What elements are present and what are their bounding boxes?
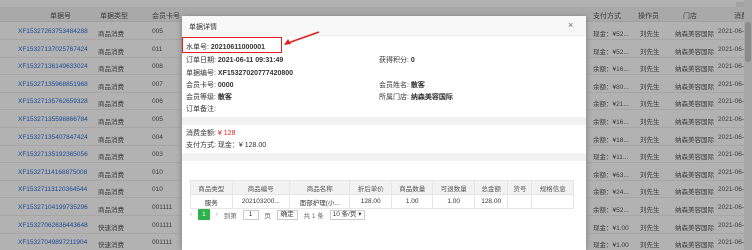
store-label: 所属门店: — [379, 94, 409, 101]
receipt-number: 水单号: 20210611000001 — [186, 42, 265, 52]
detail-header-cell: 折后单价 — [349, 180, 392, 195]
detail-header-cell: 商品名称 — [289, 180, 351, 195]
remark-label: 订单备注: — [186, 106, 216, 113]
detail-cell: 服务 — [190, 194, 233, 209]
prev-page-icon[interactable]: ‹ — [190, 211, 192, 218]
receipt-label: 水单号: — [186, 44, 209, 51]
detail-cell — [531, 194, 574, 209]
order-date-label: 订单日期: — [186, 57, 216, 64]
level-label: 会员等级: — [186, 94, 216, 101]
order-detail-modal: 单据详情 × 水单号: 20210611000001 订单日期: 2021-06… — [182, 16, 586, 250]
detail-header-cell: 货号 — [507, 180, 533, 195]
next-page-icon[interactable]: › — [216, 211, 218, 218]
modal-title: 单据详情 — [189, 24, 217, 31]
close-icon[interactable]: × — [568, 21, 573, 30]
receipt-value: 20210611000001 — [210, 44, 266, 51]
payment-value: 现金：¥ 128.00 — [217, 142, 267, 149]
section-divider — [182, 117, 586, 125]
consume-amount: 消费金额: ¥ 128 — [186, 128, 235, 138]
pagination: ‹ 1 › 到第 1 页 确定 共 1 条 10 条/页 ▾ — [190, 209, 369, 221]
detail-cell: 1.00 — [390, 194, 434, 209]
amount-value: ¥ 128 — [217, 130, 236, 137]
detail-cell: 128.00 — [349, 194, 392, 209]
goto-label: 到第 — [223, 212, 237, 220]
doc-no-label: 单据编号: — [186, 70, 216, 77]
member-name-value: 散客 — [410, 82, 425, 89]
detail-header-cell: 商品类型 — [190, 180, 233, 195]
points-value: 0 — [410, 57, 415, 64]
member-level: 会员等级: 散客 — [186, 92, 232, 102]
document-number: 单据编号: XF15327020777420800 — [186, 68, 293, 78]
store-value: 纳森美容国际 — [410, 94, 453, 101]
page-unit-label: 页 — [264, 212, 271, 220]
doc-no-value: XF15327020777420800 — [217, 70, 294, 77]
detail-header-cell: 商品编号 — [231, 180, 291, 195]
total-count: 共 1 条 — [303, 212, 324, 220]
detail-table-body: 服务 202103200... 面部护理(小... 128.00 1.00 1.00 128… — [190, 194, 574, 209]
detail-table: 商品类型 商品编号 商品名称 折后单价 商品数量 可退数量 总金额 货号 规格信息 服务 2021… — [190, 180, 574, 209]
annotation-arrow-icon — [284, 31, 320, 45]
payment-label: 支付方式: — [186, 142, 216, 149]
points: 获得积分: 0 — [379, 55, 415, 65]
payment-method: 支付方式: 现金：¥ 128.00 — [186, 140, 266, 150]
current-page-button[interactable]: 1 — [197, 209, 210, 220]
modal-header: 单据详情 × — [182, 16, 586, 36]
card-label: 会员卡号: — [186, 82, 216, 89]
card-value: 0000 — [217, 82, 234, 89]
detail-table-header: 商品类型 商品编号 商品名称 折后单价 商品数量 可退数量 总金额 货号 规格信息 — [190, 180, 574, 195]
order-remark: 订单备注: — [186, 104, 216, 114]
order-date: 订单日期: 2021-06-11 09:31:49 — [186, 55, 283, 65]
level-value: 散客 — [217, 94, 232, 101]
detail-cell: 面部护理(小... — [289, 194, 351, 209]
goto-confirm-button[interactable]: 确定 — [276, 209, 298, 220]
detail-cell: 202103200... — [231, 194, 291, 209]
member-card: 会员卡号: 0000 — [186, 80, 233, 90]
page-size-select[interactable]: 10 条/页 ▾ — [329, 209, 365, 220]
detail-cell: 1.00 — [432, 194, 475, 209]
detail-cell: 128.00 — [473, 194, 509, 209]
section-divider — [182, 153, 586, 161]
amount-label: 消费金额: — [186, 130, 216, 137]
detail-header-cell: 规格信息 — [531, 180, 574, 195]
detail-header-cell: 可退数量 — [432, 180, 475, 195]
detail-cell — [507, 194, 533, 209]
order-date-value: 2021-06-11 09:31:49 — [217, 57, 284, 64]
member-name-label: 会员姓名: — [379, 82, 409, 89]
detail-header-cell: 商品数量 — [390, 180, 434, 195]
detail-header-cell: 总金额 — [473, 180, 509, 195]
goto-page-input[interactable]: 1 — [242, 209, 259, 220]
member-name: 会员姓名: 散客 — [379, 80, 425, 90]
detail-row: 服务 202103200... 面部护理(小... 128.00 1.00 1.00 128… — [190, 194, 574, 209]
member-store: 所属门店: 纳森美容国际 — [379, 92, 453, 102]
points-label: 获得积分: — [379, 57, 409, 64]
